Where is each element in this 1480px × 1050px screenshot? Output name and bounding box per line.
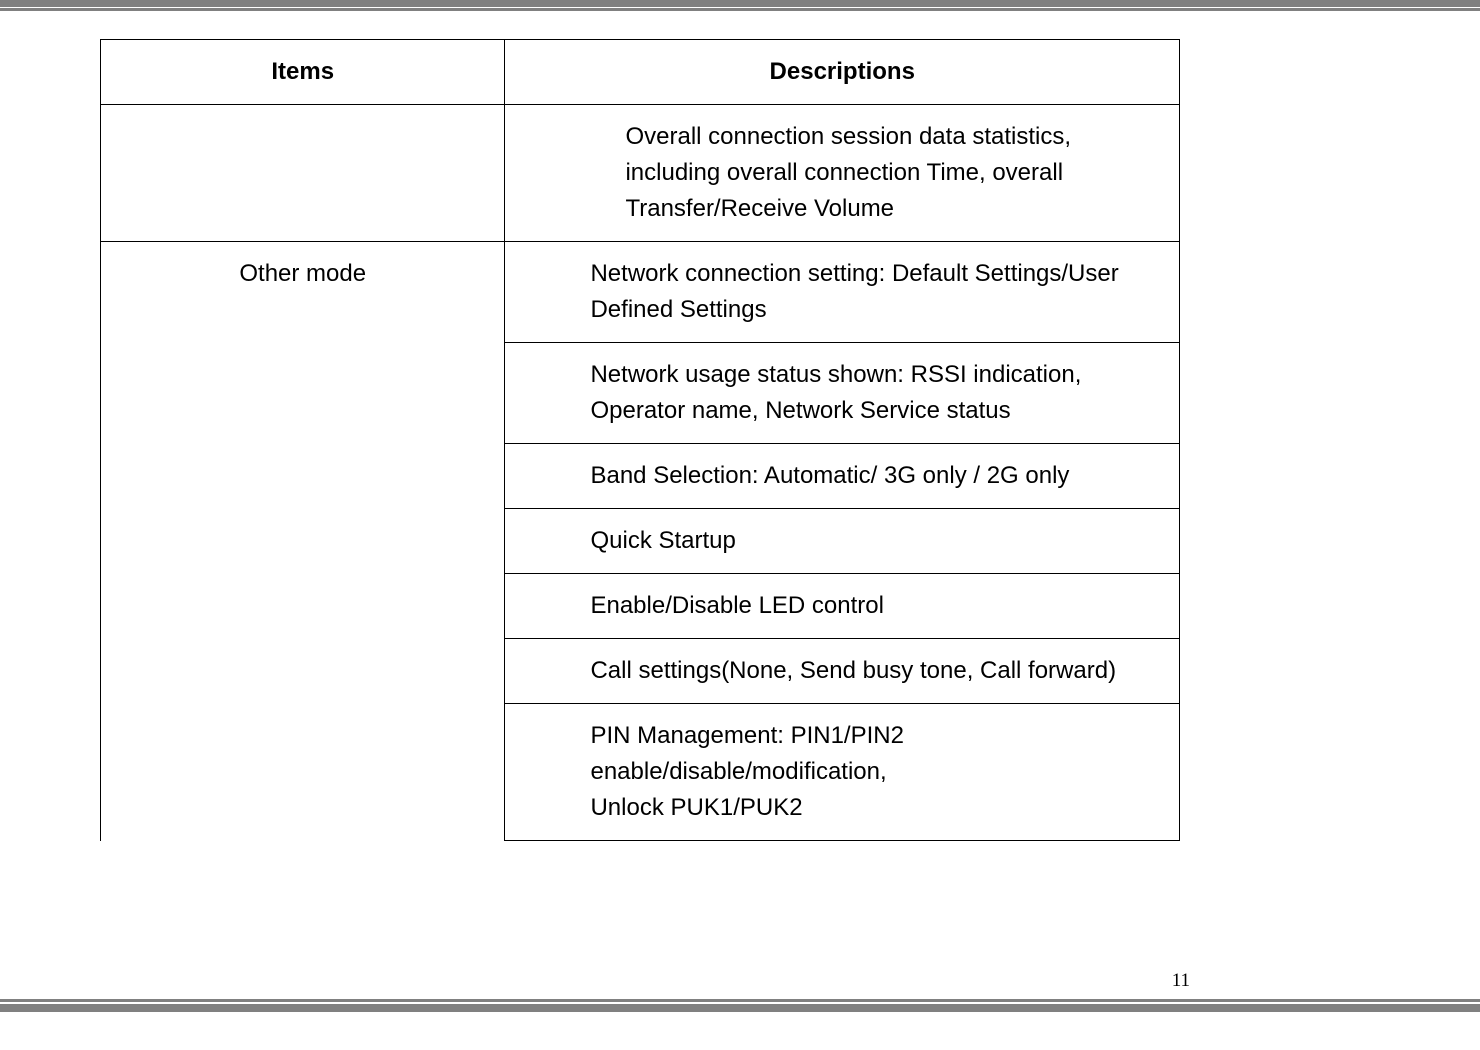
description-cell: Quick Startup — [505, 509, 1180, 574]
description-cell: Band Selection: Automatic/ 3G only / 2G … — [505, 444, 1180, 509]
top-border-thick — [0, 0, 1480, 8]
description-cell: Network usage status shown: RSSI indicat… — [505, 343, 1180, 444]
header-descriptions: Descriptions — [505, 40, 1180, 105]
bottom-border-thick — [0, 1004, 1480, 1012]
description-cell: PIN Management: PIN1/PIN2 enable/disable… — [505, 704, 1180, 841]
pin-management-line1: PIN Management: PIN1/PIN2 enable/disable… — [590, 722, 903, 785]
description-cell: Network connection setting: Default Sett… — [505, 242, 1180, 343]
description-cell: Enable/Disable LED control — [505, 574, 1180, 639]
description-cell: Call settings(None, Send busy tone, Call… — [505, 639, 1180, 704]
description-cell: Overall connection session data statisti… — [505, 105, 1180, 242]
page-content: Items Descriptions Overall connection se… — [0, 11, 1480, 841]
bottom-border-thin — [0, 999, 1480, 1002]
pin-management-line2: Unlock PUK1/PUK2 — [590, 794, 802, 821]
item-cell-other-mode: Other mode — [101, 242, 505, 841]
table-row: Overall connection session data statisti… — [101, 105, 1180, 242]
header-items: Items — [101, 40, 505, 105]
table-row: Other mode Network connection setting: D… — [101, 242, 1180, 343]
items-descriptions-table: Items Descriptions Overall connection se… — [100, 39, 1180, 841]
page-number: 11 — [1172, 970, 1190, 992]
item-cell — [101, 105, 505, 242]
table-header-row: Items Descriptions — [101, 40, 1180, 105]
